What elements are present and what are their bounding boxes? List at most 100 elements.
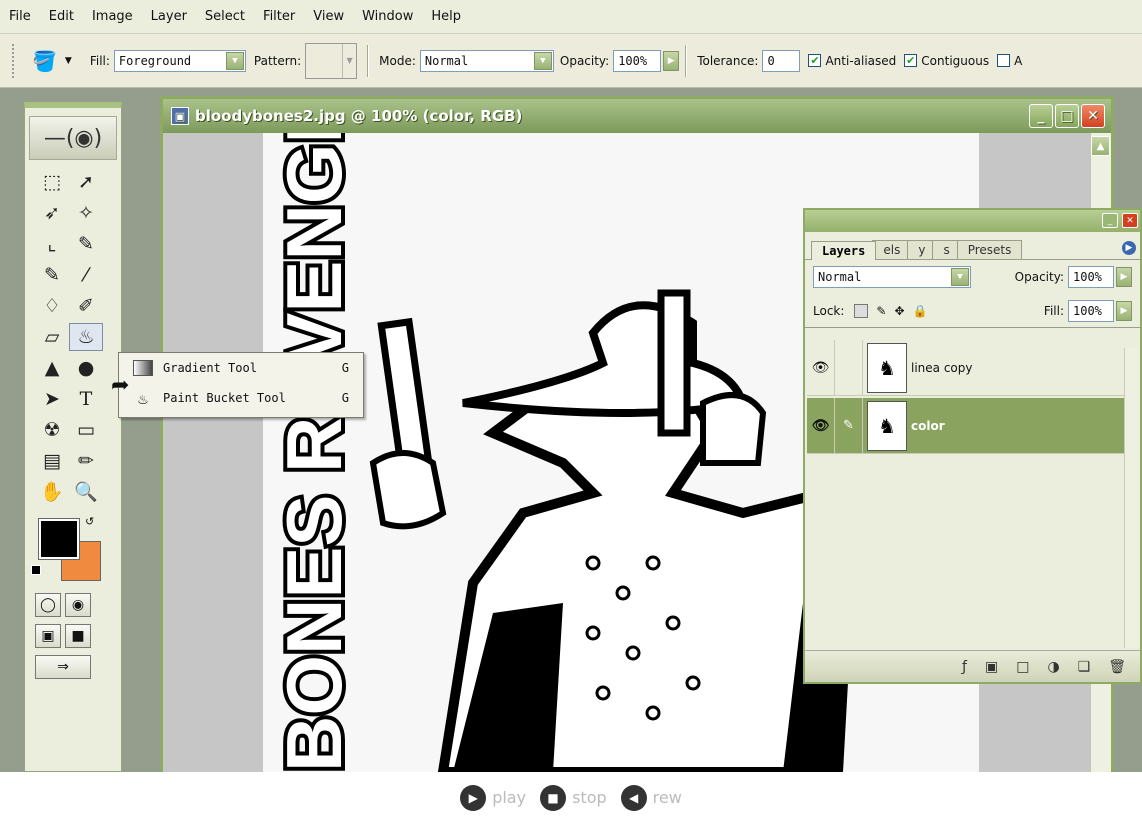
lock-pixels-icon[interactable]: ✎ [876, 304, 886, 318]
tolerance-field[interactable]: 0 [762, 49, 801, 72]
menu-select[interactable]: Select [196, 0, 254, 34]
all-layers-checkbox[interactable]: A [997, 54, 1022, 68]
scroll-up-icon[interactable]: ▲ [1091, 136, 1110, 156]
layers-scrollbar[interactable] [1124, 348, 1138, 648]
stop-button[interactable]: ■ stop [540, 784, 607, 811]
menu-edit[interactable]: Edit [40, 0, 83, 34]
fill-select[interactable]: Foreground ▼ [113, 49, 246, 72]
lock-transparency-icon[interactable] [854, 303, 869, 318]
paint-bucket-tool-item[interactable]: ♨ Paint Bucket Tool G [119, 383, 363, 413]
document-titlebar[interactable]: ▣ bloodybones2.jpg @ 100% (color, RGB) _… [163, 99, 1111, 133]
layers-panel-titlebar[interactable]: _ ✕ [805, 210, 1140, 232]
menu-window[interactable]: Window [353, 0, 422, 34]
crop-tool-icon[interactable]: ⌞ [35, 230, 69, 258]
clone-stamp-tool-icon[interactable]: ♢ [35, 292, 69, 320]
adjustment-layer-icon[interactable]: ◑ [1047, 659, 1059, 675]
lasso-tool-icon[interactable]: ➶ [35, 199, 69, 227]
panel-minimize-icon[interactable]: _ [1102, 213, 1118, 228]
foreground-color-swatch[interactable] [38, 518, 80, 560]
standard-screen-mode-icon[interactable]: ▣ [35, 623, 61, 648]
dodge-tool-icon[interactable]: ● [69, 354, 103, 382]
right-hand [700, 392, 767, 466]
new-layer-icon[interactable]: ❏ [1078, 659, 1091, 675]
opacity-field[interactable]: 100% [613, 49, 662, 72]
hand-tool-icon[interactable]: ✋ [35, 478, 69, 506]
empty-checkbox-icon [997, 54, 1011, 67]
layer-fill-field[interactable]: 100% [1068, 299, 1114, 322]
play-button[interactable]: ▶ play [460, 784, 526, 811]
paint-bucket-tool-icon[interactable]: ♨ [69, 322, 103, 351]
type-tool-icon[interactable]: T [69, 385, 103, 413]
antialiased-label: Anti-aliased [825, 53, 897, 68]
layer-linea-copy[interactable]: 👁 ♞ linea copy [807, 339, 1125, 396]
gradient-tool-item[interactable]: Gradient Tool G [119, 353, 363, 383]
zoom-tool-icon[interactable]: 🔍 [69, 478, 103, 506]
brush-tool-icon[interactable]: ⁄ [69, 261, 103, 289]
brush-icon[interactable]: ✎ [835, 397, 863, 454]
opacity-slider-arrow-icon[interactable]: ▶ [663, 50, 680, 71]
move-tool-icon[interactable]: ➚ [69, 168, 103, 196]
blur-tool-icon[interactable]: ▲ [35, 354, 69, 382]
menu-help[interactable]: Help [422, 0, 470, 34]
antialiased-checkbox[interactable]: ✔ Anti-aliased [808, 54, 896, 68]
eye-icon[interactable]: 👁 [807, 397, 835, 454]
blend-mode-select[interactable]: Normal ▼ [813, 266, 971, 288]
menu-bar: File Edit Image Layer Select Filter View… [0, 0, 1142, 34]
layer-opacity-arrow-icon[interactable]: ▶ [1116, 267, 1132, 287]
contiguous-checkbox[interactable]: ✔ Contiguous [904, 54, 989, 68]
close-button[interactable]: ✕ [1081, 104, 1105, 128]
menu-image[interactable]: Image [83, 0, 142, 34]
eye-logo-icon: —(◉) [43, 125, 103, 151]
tab-presets[interactable]: Presets [956, 240, 1023, 259]
marquee-tool-icon[interactable]: ⬚ [35, 168, 69, 196]
new-group-icon[interactable]: □ [1016, 659, 1029, 675]
panel-menu-icon[interactable]: ▶ [1122, 241, 1136, 255]
eye-icon[interactable]: 👁 [807, 339, 835, 396]
pattern-picker[interactable]: ▼ [305, 42, 358, 79]
tab-layers[interactable]: Layers [811, 241, 877, 260]
rewind-icon: ◀ [620, 784, 647, 811]
layer-color[interactable]: 👁 ✎ ♞ color [807, 397, 1125, 454]
history-brush-tool-icon[interactable]: ✐ [69, 292, 103, 320]
menu-file[interactable]: File [0, 0, 40, 34]
lock-position-icon[interactable]: ✥ [894, 304, 904, 318]
maximize-button[interactable]: □ [1055, 104, 1079, 128]
mode-select[interactable]: Normal ▼ [419, 49, 554, 72]
separator [367, 44, 370, 77]
path-selection-tool-icon[interactable]: ➤ [35, 385, 69, 413]
adobe-online-button[interactable]: —(◉) [29, 116, 117, 160]
tool-preset-arrow-icon[interactable]: ▼ [65, 56, 72, 66]
pen-tool-icon[interactable]: ☢ [35, 416, 69, 444]
lock-all-icon[interactable]: 🔒 [913, 304, 928, 318]
standard-mode-icon[interactable]: ◯ [35, 592, 61, 617]
rewind-button[interactable]: ◀ rew [620, 784, 682, 811]
options-grip[interactable] [12, 43, 16, 78]
menu-filter[interactable]: Filter [254, 0, 304, 34]
swap-colors-icon[interactable]: ↺ [85, 515, 94, 528]
slice-tool-icon[interactable]: ✎ [69, 230, 103, 258]
minimize-button[interactable]: _ [1029, 104, 1053, 128]
layer-mask-icon[interactable]: ▣ [985, 659, 998, 675]
shape-tool-icon[interactable]: ▭ [69, 416, 103, 444]
all-layers-label: A [1014, 53, 1023, 68]
full-screen-mode-icon[interactable]: ■ [65, 623, 91, 648]
healing-brush-tool-icon[interactable]: ✎ [35, 261, 69, 289]
gradient-icon [131, 358, 155, 378]
tab-channels[interactable]: els [872, 240, 912, 259]
menu-view[interactable]: View [304, 0, 353, 34]
menu-layer[interactable]: Layer [142, 0, 196, 34]
notes-tool-icon[interactable]: ▤ [35, 447, 69, 475]
eraser-tool-icon[interactable]: ▱ [35, 323, 69, 351]
quick-mask-mode-icon[interactable]: ◉ [65, 592, 91, 617]
jump-to-imageready-icon[interactable]: ⇒ [35, 654, 91, 679]
trash-icon[interactable]: 🗑 [1108, 659, 1126, 675]
default-colors-icon[interactable] [31, 565, 41, 575]
layer-fill-arrow-icon[interactable]: ▶ [1116, 300, 1132, 321]
eyedropper-tool-icon[interactable]: ✏ [69, 447, 103, 475]
panel-close-icon[interactable]: ✕ [1122, 213, 1138, 228]
layer-opacity-field[interactable]: 100% [1068, 266, 1114, 288]
layer-style-icon[interactable]: ƒ [962, 659, 967, 675]
layer-link-slot[interactable] [835, 339, 863, 396]
magic-wand-tool-icon[interactable]: ✧ [69, 199, 103, 227]
tool-preset-picker[interactable]: 🪣 [32, 49, 57, 73]
